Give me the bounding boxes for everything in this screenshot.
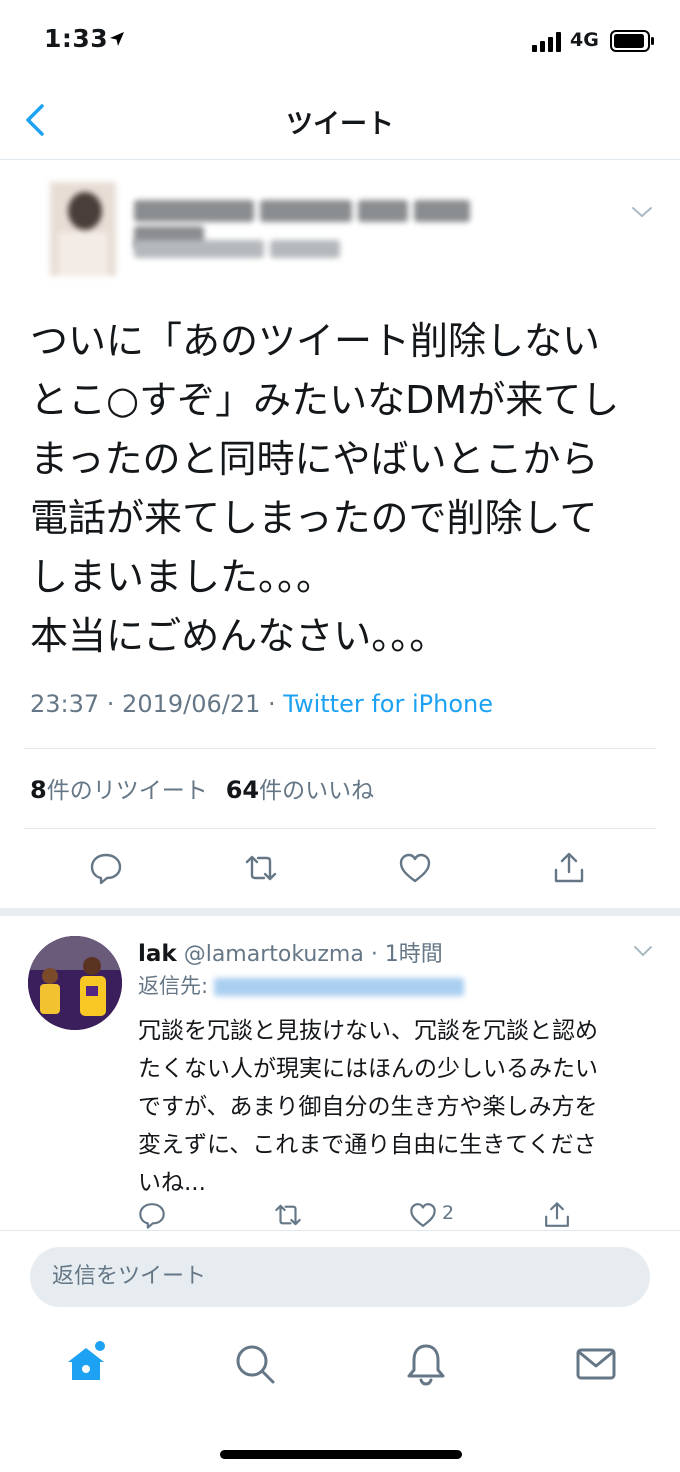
author-handle-redacted xyxy=(134,236,354,262)
reply-composer: 返信をツイート xyxy=(0,1230,680,1322)
like-count: 64 xyxy=(225,776,260,804)
battery-icon xyxy=(610,30,654,52)
messages-icon[interactable] xyxy=(572,1340,620,1388)
reply-author-name[interactable]: lak xyxy=(138,941,177,967)
author-avatar[interactable] xyxy=(50,182,116,276)
tweet-text: ついに「あのツイート削除しない とこ○すぞ」みたいなDMが来てし まったのと同時… xyxy=(30,319,620,658)
status-bar: 1:33 4G xyxy=(0,0,680,80)
share-icon[interactable] xyxy=(542,1200,572,1230)
reply-input[interactable]: 返信をツイート xyxy=(30,1247,650,1307)
reply-to-line: 返信先: xyxy=(138,970,465,1000)
reply-to-handle-redacted[interactable] xyxy=(214,978,465,996)
retweet-icon[interactable] xyxy=(273,1200,303,1230)
nav-bar: ツイート xyxy=(0,80,680,160)
retweet-stat-label: 件のリツイート xyxy=(46,778,208,804)
retweet-stat[interactable]: 8件のリツイート xyxy=(30,776,208,804)
home-icon[interactable] xyxy=(62,1340,110,1388)
share-icon[interactable] xyxy=(551,850,587,886)
reply-header: lak @lamartokuzma · 1時間 xyxy=(138,936,443,968)
tweet-actions xyxy=(0,828,680,908)
tweet-stats: 8件のリツイート 64件のいいね xyxy=(30,771,374,805)
like-icon[interactable] xyxy=(408,1200,438,1230)
retweet-icon[interactable] xyxy=(243,850,279,886)
reply-time: · 1時間 xyxy=(370,942,443,967)
reply-author-handle: @lamartokuzma xyxy=(183,942,364,967)
reply-like-count: 2 xyxy=(442,1202,455,1224)
like-icon[interactable] xyxy=(397,850,433,886)
reply-to-label: 返信先: xyxy=(138,974,209,998)
retweet-count: 8 xyxy=(30,776,47,804)
reply-icon[interactable] xyxy=(137,1200,167,1230)
divider xyxy=(24,748,656,749)
signal-icon xyxy=(532,32,561,52)
search-icon[interactable] xyxy=(231,1340,279,1388)
network-label: 4G xyxy=(570,29,599,51)
location-arrow-icon xyxy=(110,32,124,46)
tweet-time: 23:37 · 2019/06/21 · xyxy=(30,690,284,718)
chevron-down-icon[interactable] xyxy=(632,944,654,958)
tweet-timestamp: 23:37 · 2019/06/21 · Twitter for iPhone xyxy=(30,690,493,718)
tweet-author[interactable] xyxy=(0,160,680,290)
notifications-icon[interactable] xyxy=(402,1340,450,1388)
reply-icon[interactable] xyxy=(88,850,124,886)
like-stat-label: 件のいいね xyxy=(259,778,375,804)
like-stat[interactable]: 64件のいいね xyxy=(225,776,375,804)
chevron-down-icon[interactable] xyxy=(630,204,654,220)
tab-bar xyxy=(0,1322,680,1472)
reply-text: 冗談を冗談と見抜けない、冗談を冗談と認め たくない人が現実にはほんの少しいるみた… xyxy=(138,1018,598,1196)
reply-avatar[interactable] xyxy=(28,936,122,1030)
status-time: 1:33 xyxy=(44,24,109,53)
reply-actions: 2 xyxy=(0,1196,680,1230)
reply-tweet[interactable]: lak @lamartokuzma · 1時間 返信先: 冗談を冗談と見抜けない… xyxy=(0,908,680,1230)
tweet-source-link[interactable]: Twitter for iPhone xyxy=(283,690,493,718)
page-title: ツイート xyxy=(286,109,394,140)
author-name-redacted xyxy=(134,196,544,248)
home-indicator xyxy=(220,1450,462,1459)
